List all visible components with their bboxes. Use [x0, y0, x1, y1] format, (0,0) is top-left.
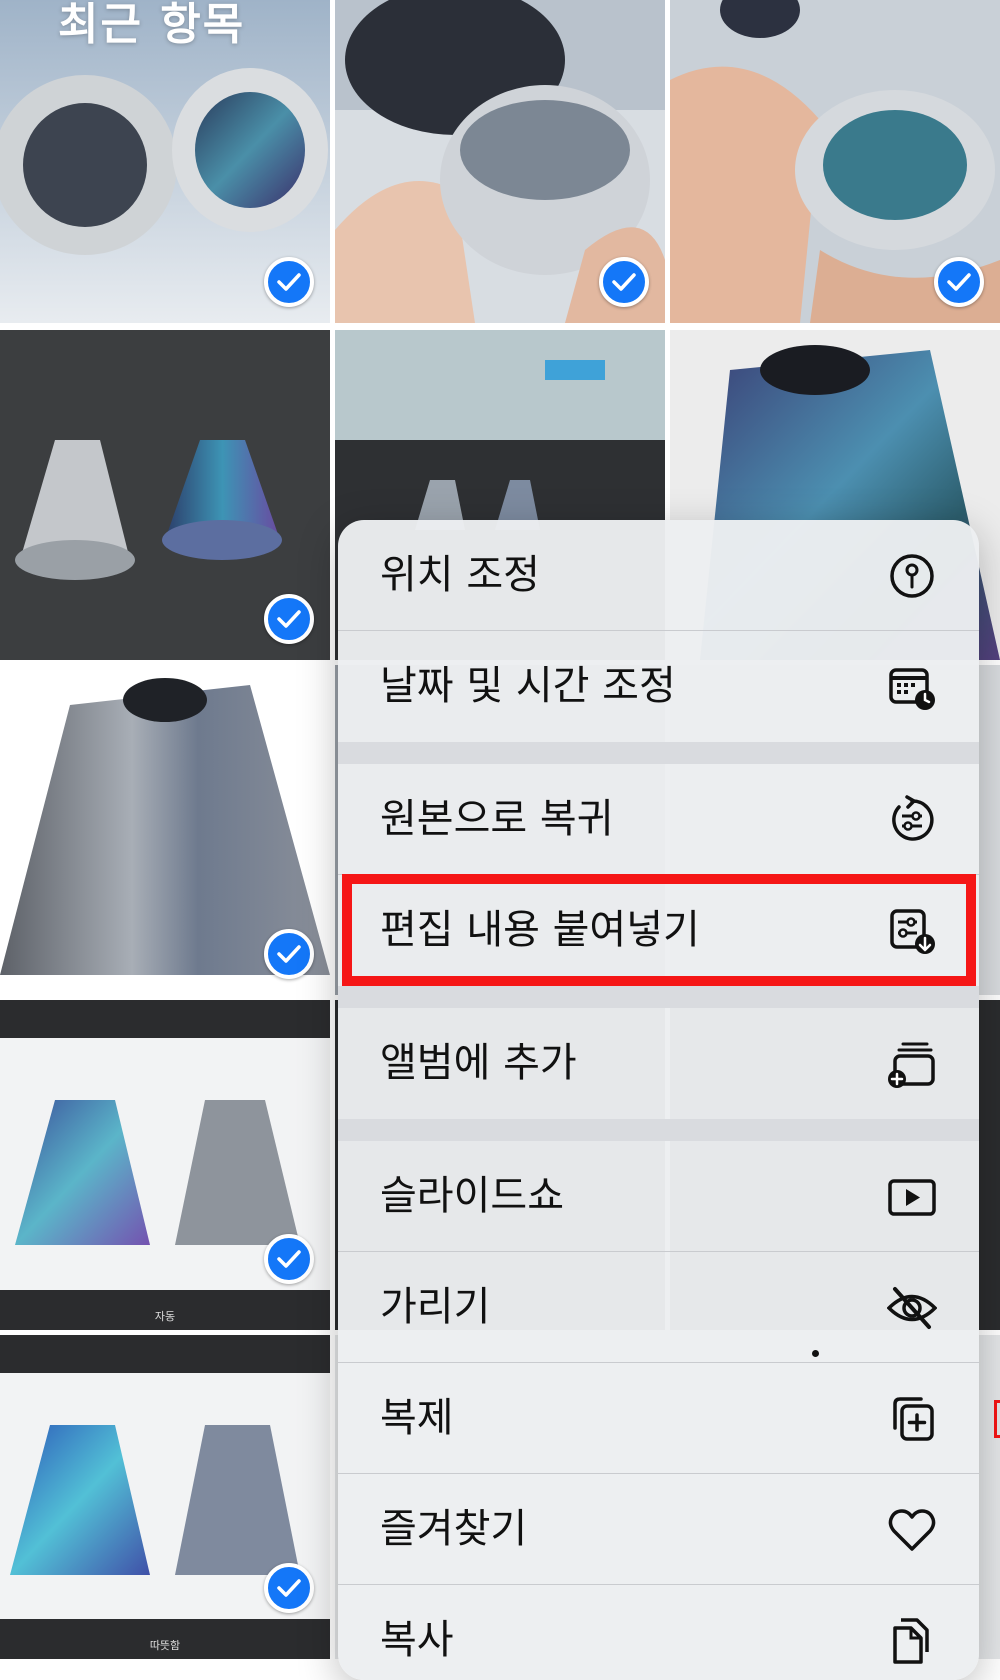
eye-slash-icon: [886, 1283, 938, 1333]
menu-item-label: 가리기: [380, 1284, 491, 1330]
filter-strip-label: 따뜻함: [149, 1639, 181, 1652]
selected-check-icon: [264, 594, 314, 644]
context-menu: 위치 조정 날짜 및 시간 조정 원본으로 복귀 편집 내용 붙여넣기 앨범에 …: [338, 520, 979, 1680]
photo-thumbnail[interactable]: [0, 665, 330, 995]
add-to-album-icon: [887, 1039, 937, 1089]
menu-item-label: 위치 조정: [380, 552, 540, 598]
menu-item-hide[interactable]: 가리기: [338, 1252, 979, 1363]
photo-thumbnail[interactable]: [670, 0, 1000, 323]
menu-item-label: 앨범에 추가: [380, 1040, 577, 1086]
revert-sliders-icon: [887, 795, 937, 845]
selected-check-icon: [264, 257, 314, 307]
location-pin-icon: [887, 551, 937, 601]
photo-thumbnail[interactable]: 자동: [0, 1000, 330, 1330]
menu-item-adjust-date-time[interactable]: 날짜 및 시간 조정: [338, 631, 979, 742]
menu-group-separator: [338, 742, 979, 764]
menu-item-copy[interactable]: 복사: [338, 1585, 979, 1680]
selected-check-icon: [264, 1563, 314, 1613]
selected-check-icon: [264, 1234, 314, 1284]
menu-item-slideshow[interactable]: 슬라이드쇼: [338, 1141, 979, 1252]
menu-item-favorite[interactable]: 즐겨찾기: [338, 1474, 979, 1585]
duplicate-icon: [887, 1394, 937, 1444]
menu-item-label: 복제: [380, 1395, 454, 1441]
stray-dot: [812, 1350, 819, 1357]
menu-item-add-to-album[interactable]: 앨범에 추가: [338, 1008, 979, 1119]
menu-item-revert-to-original[interactable]: 원본으로 복귀: [338, 764, 979, 875]
photo-thumbnail[interactable]: 최근 항목: [0, 0, 330, 323]
menu-item-duplicate[interactable]: 복제: [338, 1363, 979, 1474]
play-slideshow-icon: [887, 1172, 937, 1222]
menu-item-label: 편집 내용 붙여넣기: [380, 907, 700, 953]
selected-check-icon: [934, 257, 984, 307]
photo-thumbnail[interactable]: [0, 330, 330, 660]
photo-thumbnail[interactable]: 따뜻함: [0, 1335, 330, 1659]
menu-item-label: 즐겨찾기: [380, 1506, 528, 1552]
section-title: 최근 항목: [58, 0, 246, 50]
calendar-clock-icon: [887, 662, 937, 712]
menu-item-label: 복사: [380, 1617, 454, 1663]
filter-strip-label: 자동: [154, 1310, 176, 1323]
photo-thumbnail[interactable]: [335, 0, 665, 323]
menu-item-label: 원본으로 복귀: [380, 796, 614, 842]
selected-check-icon: [599, 257, 649, 307]
selected-check-icon: [264, 929, 314, 979]
paste-edits-icon: [887, 906, 937, 956]
menu-group-separator: [338, 1119, 979, 1141]
heart-icon: [887, 1505, 937, 1555]
menu-group-separator: [338, 986, 979, 1008]
menu-item-adjust-location[interactable]: 위치 조정: [338, 520, 979, 631]
menu-item-paste-edits[interactable]: 편집 내용 붙여넣기: [338, 875, 979, 986]
edge-mark: [994, 1400, 1000, 1438]
menu-item-label: 날짜 및 시간 조정: [380, 663, 676, 709]
menu-item-label: 슬라이드쇼: [380, 1173, 564, 1219]
